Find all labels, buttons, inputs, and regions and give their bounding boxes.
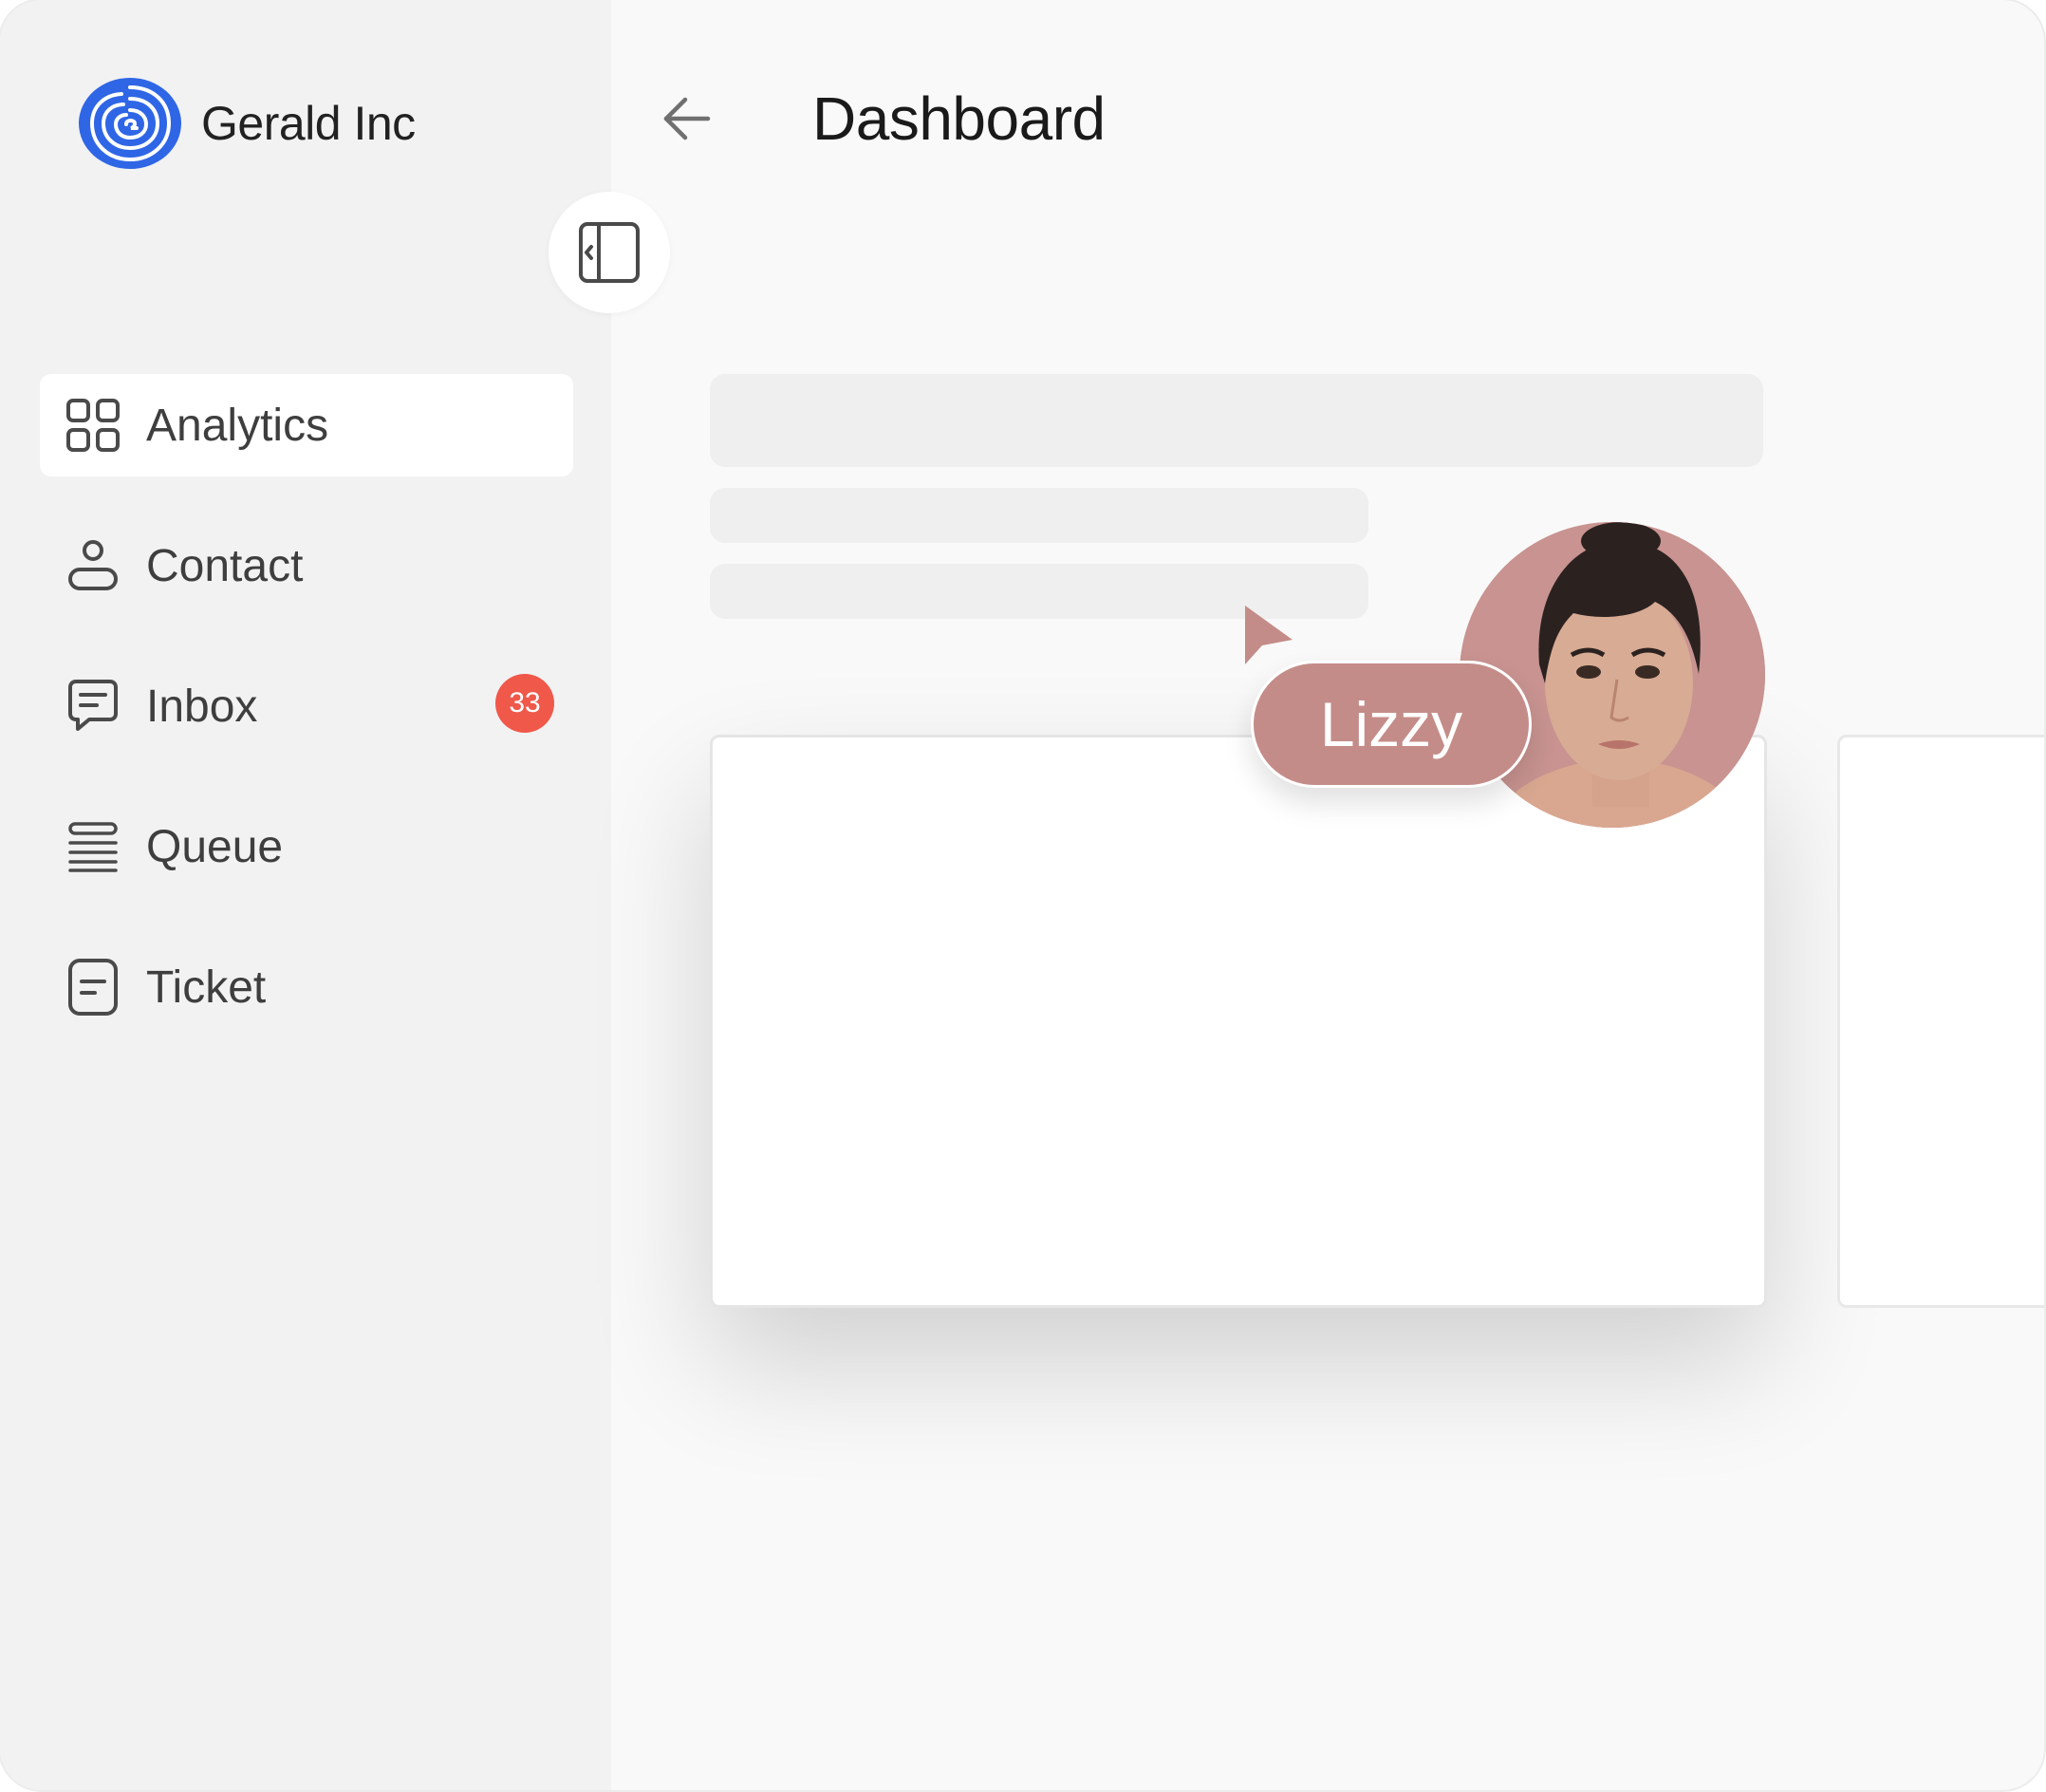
user-icon <box>65 537 121 594</box>
sidebar-item-queue[interactable]: Queue <box>40 795 573 898</box>
back-button[interactable] <box>659 90 716 147</box>
app-window: Gerald Inc Analytics Contact Inbox 33 Qu… <box>0 0 2044 1790</box>
sidebar-item-label: Inbox <box>146 681 258 732</box>
brand[interactable]: Gerald Inc <box>78 76 416 171</box>
list-icon <box>65 818 121 875</box>
sidebar-collapse-icon <box>579 222 640 283</box>
sidebar-collapse-button[interactable] <box>549 192 670 313</box>
arrow-left-icon <box>663 97 711 140</box>
sidebar-item-label: Analytics <box>146 400 329 451</box>
content-card-partial <box>1837 735 2044 1308</box>
message-icon <box>65 678 121 735</box>
collaborator-cursor-label: Lizzy <box>1251 661 1532 788</box>
page-title: Dashboard <box>812 84 1106 153</box>
skeleton-bar-line <box>710 488 1368 543</box>
sidebar-item-label: Queue <box>146 821 284 872</box>
sidebar-item-ticket[interactable]: Ticket <box>40 936 573 1038</box>
grid-icon <box>65 397 121 454</box>
brand-name: Gerald Inc <box>201 97 416 150</box>
sidebar-item-label: Contact <box>146 540 304 591</box>
sidebar-item-contact[interactable]: Contact <box>40 514 573 617</box>
inbox-count-badge: 33 <box>495 674 554 733</box>
document-icon <box>65 959 121 1016</box>
sidebar: Gerald Inc Analytics Contact Inbox 33 Qu… <box>0 0 611 1790</box>
sidebar-item-analytics[interactable]: Analytics <box>40 374 573 476</box>
page-header: Dashboard <box>659 84 1106 154</box>
sidebar-item-inbox[interactable]: Inbox 33 <box>40 655 573 757</box>
pointer-cursor-icon <box>1245 606 1293 664</box>
spiral-logo-icon <box>79 78 181 169</box>
sidebar-nav: Analytics Contact Inbox 33 Queue Ticket <box>40 374 573 1076</box>
sidebar-item-label: Ticket <box>146 961 267 1013</box>
skeleton-bar-title <box>710 374 1763 467</box>
